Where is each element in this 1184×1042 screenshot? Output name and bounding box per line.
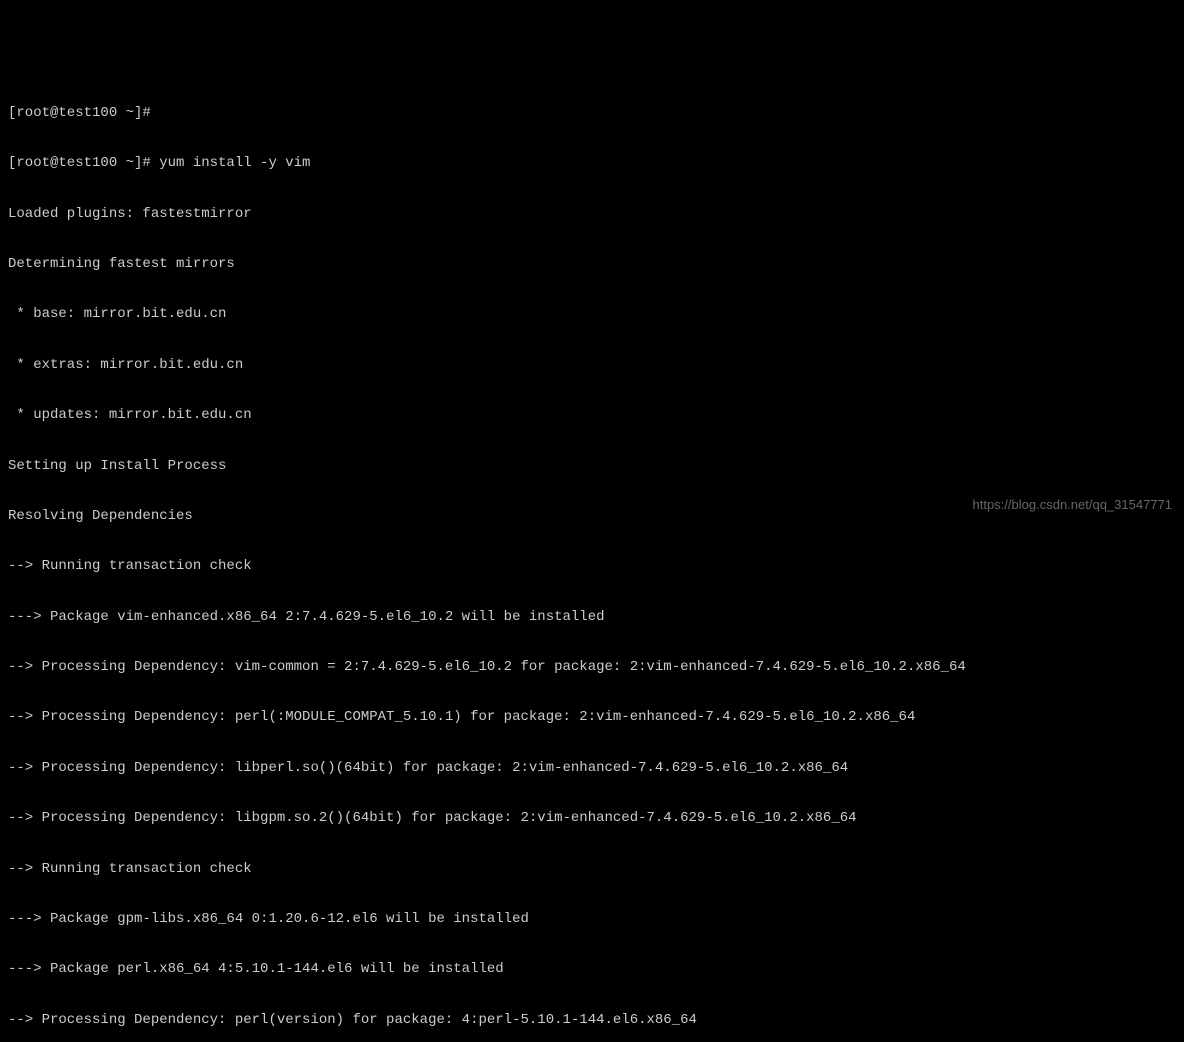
terminal-line: ---> Package gpm-libs.x86_64 0:1.20.6-12…: [8, 911, 1176, 928]
terminal-line: Loaded plugins: fastestmirror: [8, 206, 1176, 223]
watermark-text: https://blog.csdn.net/qq_31547771: [973, 497, 1173, 513]
terminal-line: [root@test100 ~]#: [8, 105, 1176, 122]
terminal-line: [root@test100 ~]# yum install -y vim: [8, 155, 1176, 172]
terminal-line: ---> Package perl.x86_64 4:5.10.1-144.el…: [8, 961, 1176, 978]
terminal-line: --> Processing Dependency: perl(:MODULE_…: [8, 709, 1176, 726]
terminal-line: ---> Package vim-enhanced.x86_64 2:7.4.6…: [8, 609, 1176, 626]
terminal-line: --> Processing Dependency: vim-common = …: [8, 659, 1176, 676]
terminal-line: Setting up Install Process: [8, 458, 1176, 475]
terminal-line: Determining fastest mirrors: [8, 256, 1176, 273]
terminal-line: * extras: mirror.bit.edu.cn: [8, 357, 1176, 374]
terminal-line: * updates: mirror.bit.edu.cn: [8, 407, 1176, 424]
terminal-line: --> Processing Dependency: libperl.so()(…: [8, 760, 1176, 777]
terminal-line: --> Processing Dependency: perl(version)…: [8, 1012, 1176, 1029]
terminal-line: --> Processing Dependency: libgpm.so.2()…: [8, 810, 1176, 827]
terminal-line: * base: mirror.bit.edu.cn: [8, 306, 1176, 323]
terminal-line: --> Running transaction check: [8, 558, 1176, 575]
terminal-line: --> Running transaction check: [8, 861, 1176, 878]
